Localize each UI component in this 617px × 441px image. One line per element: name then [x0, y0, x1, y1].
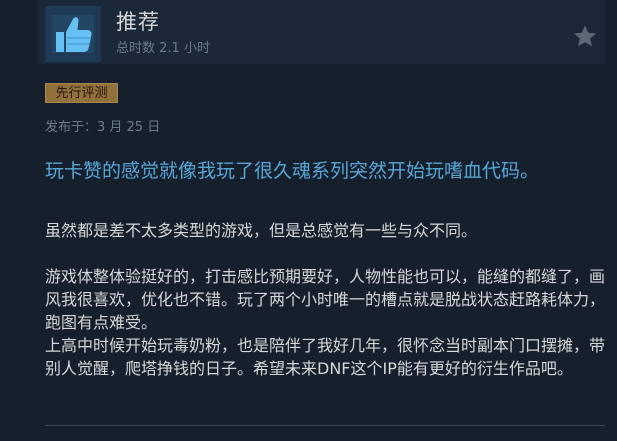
recommendation-thumb	[45, 6, 101, 62]
early-access-badge: 先行评测	[45, 83, 118, 103]
playtime-hours: 总时数 2.1 小时	[116, 41, 210, 56]
posted-date: 发布于：3 月 25 日	[45, 120, 161, 135]
star-icon[interactable]	[572, 24, 598, 48]
review-paragraph: 上高中时候开始玩毒奶粉，也是陪伴了我好几年，很怀念当时副本门口摆摊，带别人觉醒，…	[45, 336, 606, 378]
thumbs-up-icon	[45, 6, 101, 62]
review-title: 玩卡赞的感觉就像我玩了很久魂系列突然开始玩嗜血代码。	[45, 160, 540, 182]
review-paragraph: 虽然都是差不太多类型的游戏，但是总感觉有一些与众不同。	[45, 221, 478, 240]
review-paragraph: 游戏体整体验挺好的，打击感比预期要好，人物性能也可以，能缝的都缝了，画风我很喜欢…	[45, 267, 606, 332]
review-card: 推荐 总时数 2.1 小时 先行评测 发布于：3 月 25 日 玩卡赞的感觉就像…	[0, 0, 617, 441]
recommendation-label: 推荐	[116, 10, 160, 34]
review-divider	[45, 425, 605, 426]
review-body: 虽然都是差不太多类型的游戏，但是总感觉有一些与众不同。 游戏体整体验挺好的，打击…	[45, 219, 605, 380]
